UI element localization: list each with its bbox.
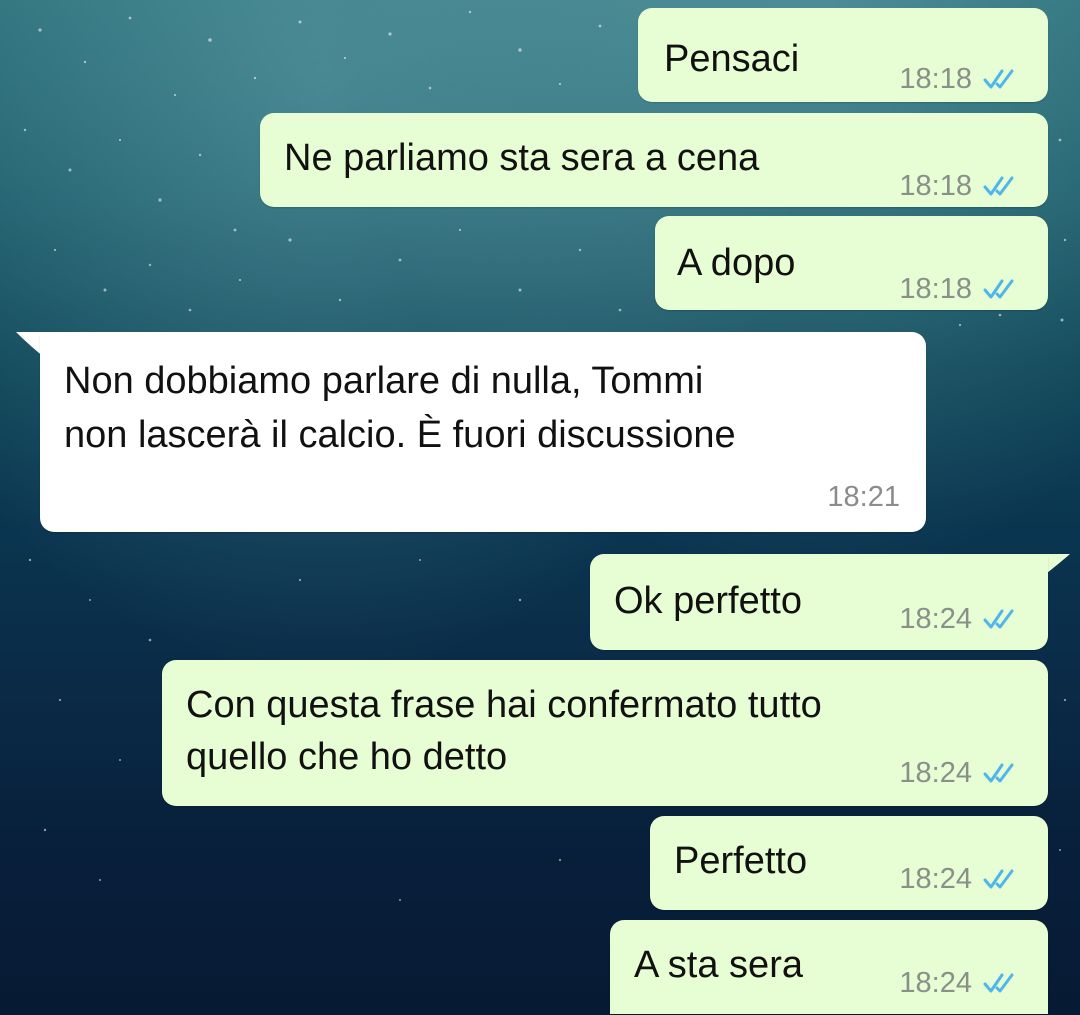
message-text: A sta sera [634, 944, 803, 986]
message-text: Ne parliamo sta sera a cena [284, 137, 760, 179]
message-meta: 18:21 [827, 480, 900, 514]
message-meta: 18:24 [899, 602, 1022, 636]
double-check-icon [983, 69, 1014, 89]
message-text-line: Non dobbiamo parlare di nulla, Tommi [64, 360, 704, 402]
message-time: 18:24 [899, 757, 972, 789]
outgoing-message[interactable]: Con questa frase hai confermato tutto qu… [162, 660, 1048, 806]
message-text: Ok perfetto [614, 580, 802, 622]
message-time: 18:18 [899, 170, 972, 202]
double-check-icon [983, 973, 1014, 993]
message-text: Pensaci [664, 38, 800, 80]
outgoing-message[interactable]: A dopo 18:18 [655, 216, 1048, 310]
message-meta: 18:24 [899, 862, 1022, 896]
double-check-icon [983, 609, 1014, 629]
message-meta: 18:18 [899, 62, 1022, 96]
message-meta: 18:24 [899, 966, 1022, 1000]
message-text: Perfetto [674, 840, 808, 882]
outgoing-message[interactable]: Ok perfetto 18:24 [590, 554, 1048, 650]
outgoing-message[interactable]: Ne parliamo sta sera a cena 18:18 [260, 113, 1048, 207]
message-meta: 18:24 [899, 756, 1022, 790]
double-check-icon [983, 279, 1014, 299]
message-meta: 18:18 [899, 169, 1022, 203]
message-time: 18:24 [899, 967, 972, 999]
outgoing-message[interactable]: Pensaci 18:18 [638, 8, 1048, 102]
message-text-line: non lascerà il calcio. È fuori discussio… [64, 414, 736, 456]
message-time: 18:18 [899, 273, 972, 305]
message-time: 18:18 [899, 63, 972, 95]
double-check-icon [983, 763, 1014, 783]
message-text-line: Con questa frase hai confermato tutto [186, 684, 822, 726]
message-text-line: quello che ho detto [186, 736, 508, 778]
message-text: A dopo [677, 242, 796, 284]
double-check-icon [983, 869, 1014, 889]
incoming-message[interactable]: Non dobbiamo parlare di nulla, Tommi non… [40, 332, 926, 532]
outgoing-message[interactable]: A sta sera 18:24 [610, 920, 1048, 1014]
message-time: 18:21 [827, 481, 900, 513]
double-check-icon [983, 176, 1014, 196]
message-time: 18:24 [899, 603, 972, 635]
message-time: 18:24 [899, 863, 972, 895]
message-meta: 18:18 [899, 272, 1022, 306]
outgoing-message[interactable]: Perfetto 18:24 [650, 816, 1048, 910]
